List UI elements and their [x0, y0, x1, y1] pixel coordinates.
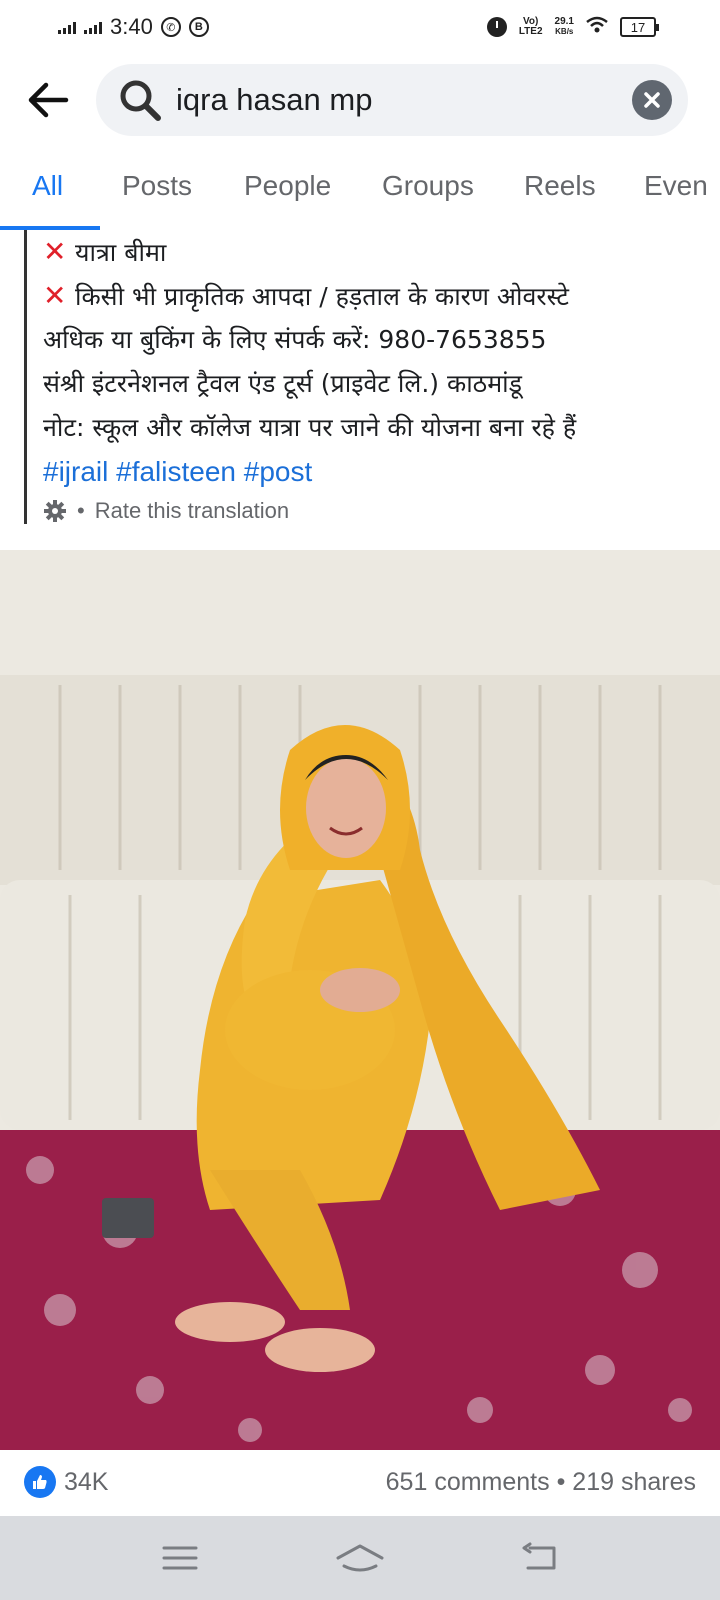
status-bar: 3:40 ✆ B Vo) LTE2 29.1 KB/s 17	[0, 0, 720, 56]
status-time: 3:40	[110, 14, 153, 39]
rate-separator: •	[77, 498, 85, 523]
tab-events[interactable]: Even	[644, 170, 708, 202]
rate-translation-link[interactable]: Rate this translation	[95, 498, 289, 524]
home-icon	[336, 1544, 384, 1572]
close-icon	[644, 92, 660, 108]
post-line: ✕ किसी भी प्राकृतिक आपदा / हड़ताल के कारण…	[43, 274, 720, 318]
home-button[interactable]	[336, 1536, 384, 1580]
post-line: नोट: स्कूल और कॉलेज यात्रा पर जाने की यो…	[43, 413, 577, 442]
battery-icon: 17	[620, 17, 659, 37]
signal-icon	[84, 20, 102, 34]
b-badge-icon: B	[188, 17, 209, 37]
counts-separator: •	[556, 1468, 566, 1496]
tab-all[interactable]: All	[32, 170, 63, 202]
post-text: ✕ यात्रा बीमा ✕ किसी भी प्राकृतिक आपदा / ह…	[24, 230, 720, 524]
post-line: अधिक या बुकिंग के लिए संपर्क करें: 980-7…	[43, 325, 547, 354]
post-photo[interactable]	[0, 550, 720, 1450]
post-line: ✕ यात्रा बीमा	[43, 230, 720, 274]
tab-groups[interactable]: Groups	[382, 170, 474, 202]
thumbs-up-icon	[24, 1466, 56, 1498]
signal-icon	[58, 20, 76, 34]
post-hashtags[interactable]: #ijrail #falisteen #post	[43, 450, 720, 494]
reactions-row: 34K 651 comments • 219 shares	[0, 1450, 720, 1516]
wifi-icon	[586, 16, 608, 38]
tab-reels[interactable]: Reels	[524, 170, 596, 202]
network-indicator: Vo) LTE2	[518, 16, 543, 37]
network-speed: 29.1 KB/s	[554, 16, 574, 37]
menu-icon	[162, 1546, 198, 1570]
battery-level: 17	[630, 19, 646, 35]
menu-button[interactable]	[156, 1536, 204, 1580]
post-line: संश्री इंटरनेशनल ट्रैवल एंड टूर्स (प्राइ…	[43, 369, 523, 398]
magnifier-icon	[120, 80, 161, 121]
search-box[interactable]	[96, 64, 688, 136]
red-cross-icon: ✕	[43, 279, 67, 312]
engagement-counts: 651 comments • 219 shares	[386, 1468, 696, 1497]
whatsapp-icon: ✆	[160, 17, 181, 37]
back-nav-button[interactable]	[516, 1536, 564, 1580]
tab-people[interactable]: People	[244, 170, 331, 202]
search-tabs: All Posts People Groups Reels Even	[0, 160, 720, 230]
back-button[interactable]	[24, 76, 72, 124]
red-cross-icon: ✕	[43, 235, 67, 268]
rate-translation-row[interactable]: • Rate this translation	[43, 498, 720, 524]
comments-count[interactable]: 651 comments	[386, 1468, 550, 1496]
clear-search-button[interactable]	[632, 80, 672, 120]
photo-illustration	[0, 550, 720, 1450]
like-count[interactable]: 34K	[64, 1468, 108, 1497]
gear-icon	[44, 500, 66, 522]
search-row	[0, 62, 720, 138]
alarm-icon	[486, 17, 507, 37]
system-nav-bar	[0, 1516, 720, 1600]
tab-posts[interactable]: Posts	[122, 170, 192, 202]
arrow-left-icon	[28, 82, 69, 118]
shares-count[interactable]: 219 shares	[572, 1468, 696, 1496]
search-input[interactable]	[176, 76, 596, 124]
back-icon	[522, 1542, 556, 1570]
